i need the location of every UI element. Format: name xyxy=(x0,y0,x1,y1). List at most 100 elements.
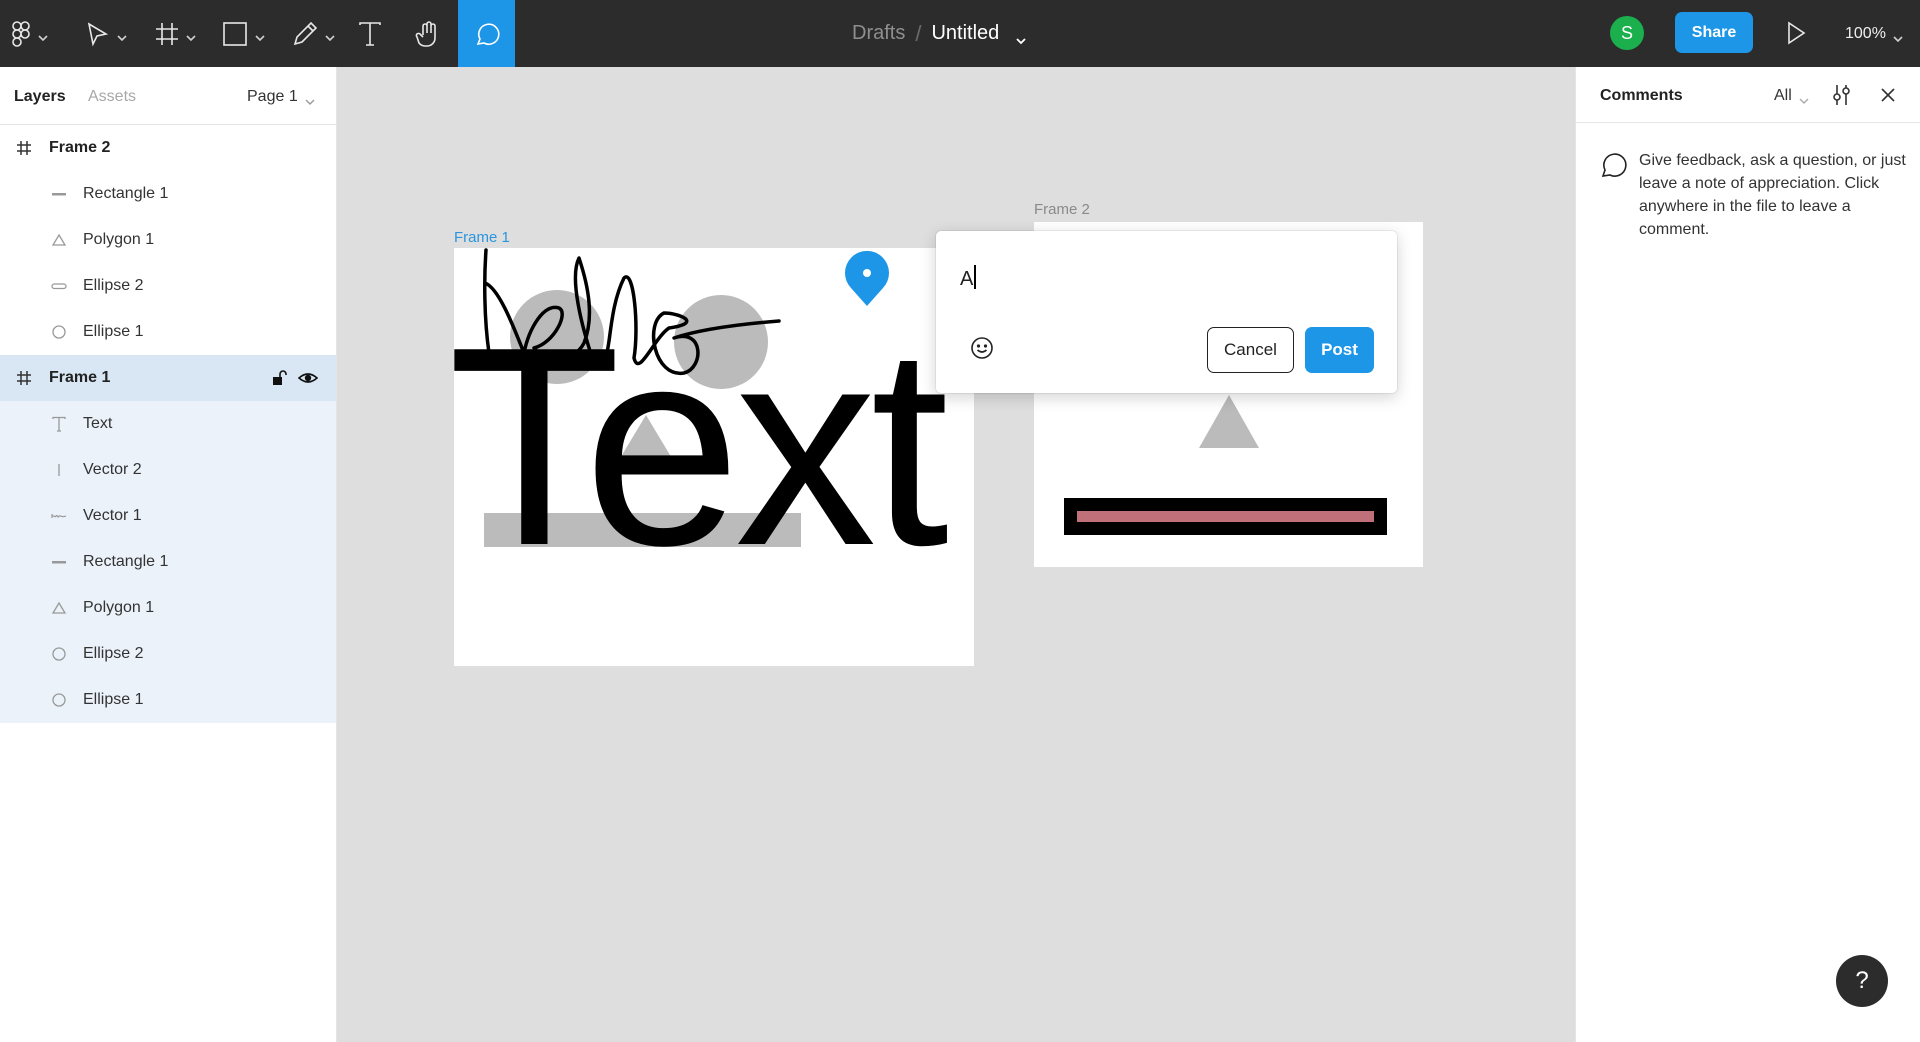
breadcrumb-separator: / xyxy=(915,20,922,46)
tab-layers[interactable]: Layers xyxy=(14,88,66,106)
layer-row-ellipse-1[interactable]: Ellipse 1 xyxy=(0,677,336,723)
page-selector[interactable]: Page 1 xyxy=(247,88,315,106)
comment-bubble-icon xyxy=(1601,153,1627,177)
frame-hash-icon xyxy=(156,22,178,45)
layer-label: Frame 1 xyxy=(49,369,111,386)
cursor-arrow-icon xyxy=(87,21,109,46)
help-button[interactable]: ? xyxy=(1836,955,1888,1007)
frame-2-polygon-1-shape[interactable] xyxy=(1199,395,1259,448)
top-toolbar: Drafts / Untitled S Share 100% xyxy=(0,0,1920,67)
rectangle-icon xyxy=(223,21,247,46)
flat-ellipse-icon xyxy=(50,277,68,295)
main-menu-chevron-icon[interactable] xyxy=(38,29,48,42)
vertical-line-icon xyxy=(50,461,68,479)
emoji-icon[interactable] xyxy=(969,335,995,361)
close-icon[interactable] xyxy=(1879,86,1897,104)
frame-hash-icon xyxy=(15,369,33,387)
file-title[interactable]: Untitled xyxy=(931,22,999,45)
layer-row-polygon-1[interactable]: Polygon 1 xyxy=(0,217,336,263)
file-breadcrumb: Drafts / Untitled xyxy=(852,0,1027,67)
breadcrumb-drafts-link[interactable]: Drafts xyxy=(852,22,905,45)
canvas[interactable]: Frame 1 Text Frame 2 A Cancel Post xyxy=(337,67,1575,1042)
comments-filter-dropdown[interactable]: All xyxy=(1774,87,1809,105)
frame-hash-icon xyxy=(15,139,33,157)
layer-label: Frame 2 xyxy=(49,139,111,156)
circle-icon xyxy=(50,691,68,709)
comments-panel-header: Comments All xyxy=(1576,67,1920,123)
play-icon xyxy=(1788,21,1806,45)
layer-label: Polygon 1 xyxy=(83,231,155,248)
move-tool-chevron-icon[interactable] xyxy=(117,29,127,42)
line-icon xyxy=(50,553,68,571)
layer-row-vector-2[interactable]: Vector 2 xyxy=(0,447,336,493)
layer-label: Ellipse 2 xyxy=(83,277,144,294)
circle-icon xyxy=(50,645,68,663)
scribble-icon xyxy=(50,507,68,525)
pen-tool-button[interactable] xyxy=(290,0,320,67)
chevron-down-icon xyxy=(305,93,315,105)
frame-1[interactable]: Text xyxy=(454,248,974,666)
comments-title: Comments xyxy=(1600,87,1683,104)
pencil-icon xyxy=(293,21,318,45)
layer-label: Ellipse 1 xyxy=(83,691,144,708)
comments-empty-message: Give feedback, ask a question, or just l… xyxy=(1639,152,1906,238)
comment-tool-button[interactable] xyxy=(458,0,515,67)
layer-row-vector-1[interactable]: Vector 1 xyxy=(0,493,336,539)
text-caret xyxy=(974,265,976,289)
layer-label: Vector 2 xyxy=(83,461,142,478)
tab-assets[interactable]: Assets xyxy=(88,88,136,106)
layer-label: Ellipse 1 xyxy=(83,323,144,340)
sliders-settings-icon[interactable] xyxy=(1831,83,1853,107)
layer-label: Ellipse 2 xyxy=(83,645,144,662)
chevron-down-icon xyxy=(1893,30,1903,42)
main-menu-button[interactable] xyxy=(6,0,36,67)
frame-2-label[interactable]: Frame 2 xyxy=(1034,201,1090,218)
comments-panel: Comments All Give feedback, ask a questi… xyxy=(1575,67,1920,1042)
line-icon xyxy=(50,185,68,203)
triangle-icon xyxy=(50,231,68,249)
text-tool-button[interactable] xyxy=(355,0,385,67)
layer-label: Text xyxy=(83,415,113,432)
pen-tool-chevron-icon[interactable] xyxy=(325,29,335,42)
layer-row-rectangle-1[interactable]: Rectangle 1 xyxy=(0,171,336,217)
layer-row-ellipse-1[interactable]: Ellipse 1 xyxy=(0,309,336,355)
post-button[interactable]: Post xyxy=(1305,327,1374,373)
comment-bubble-icon xyxy=(476,22,500,45)
text-layer[interactable]: Text xyxy=(454,305,949,588)
shape-tool-chevron-icon[interactable] xyxy=(255,29,265,42)
cancel-button[interactable]: Cancel xyxy=(1207,327,1294,373)
eye-visibility-icon[interactable] xyxy=(297,369,319,387)
text-icon xyxy=(50,415,68,433)
layer-row-rectangle-1[interactable]: Rectangle 1 xyxy=(0,539,336,585)
layer-row-frame-2[interactable]: Frame 2 xyxy=(0,125,336,171)
comments-filter-label: All xyxy=(1774,87,1792,104)
comment-input[interactable]: A xyxy=(960,265,1340,291)
frame-tool-button[interactable] xyxy=(152,0,182,67)
layers-panel-header: Layers Assets Page 1 xyxy=(0,67,336,125)
layer-row-ellipse-2[interactable]: Ellipse 2 xyxy=(0,631,336,677)
circle-icon xyxy=(50,323,68,341)
page-selector-label: Page 1 xyxy=(247,88,298,105)
shape-tool-button[interactable] xyxy=(220,0,250,67)
present-button[interactable] xyxy=(1784,20,1808,46)
file-menu-chevron-icon[interactable] xyxy=(1015,29,1027,44)
layer-row-ellipse-2[interactable]: Ellipse 2 xyxy=(0,263,336,309)
unlock-icon[interactable] xyxy=(270,369,288,387)
layer-label: Rectangle 1 xyxy=(83,185,169,202)
move-tool-button[interactable] xyxy=(82,0,112,67)
comment-input-value: A xyxy=(960,268,974,290)
share-button[interactable]: Share xyxy=(1675,12,1753,53)
layer-label: Polygon 1 xyxy=(83,599,155,616)
comment-pin-icon[interactable] xyxy=(843,250,891,308)
frame-1-label[interactable]: Frame 1 xyxy=(454,229,510,246)
layer-row-text[interactable]: Text xyxy=(0,401,336,447)
text-icon xyxy=(359,21,381,46)
layers-panel: Layers Assets Page 1 Frame 2 Rectangle 1 P… xyxy=(0,67,337,1042)
layer-row-polygon-1[interactable]: Polygon 1 xyxy=(0,585,336,631)
frame-tool-chevron-icon[interactable] xyxy=(186,29,196,42)
layer-row-frame-1[interactable]: Frame 1 xyxy=(0,355,336,401)
user-avatar[interactable]: S xyxy=(1610,16,1644,50)
hand-tool-button[interactable] xyxy=(413,0,443,67)
zoom-dropdown[interactable]: 100% xyxy=(1845,0,1903,67)
chevron-down-icon xyxy=(1799,92,1809,104)
